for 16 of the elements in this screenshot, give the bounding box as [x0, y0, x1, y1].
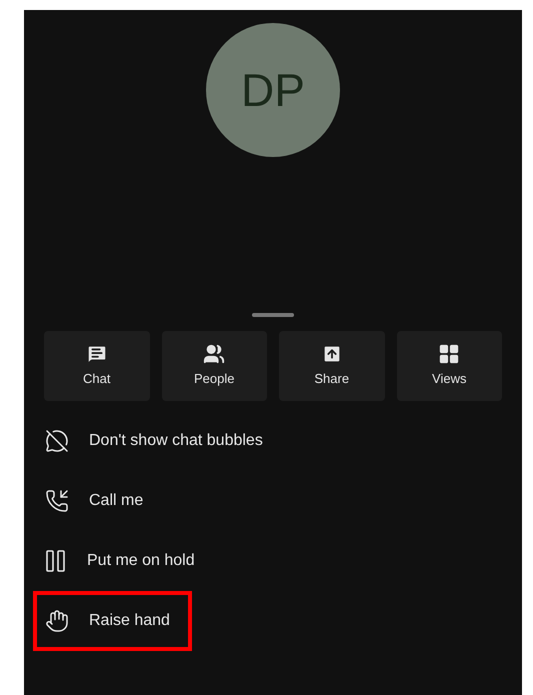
hand-icon: [45, 609, 69, 633]
people-icon: [203, 343, 226, 366]
action-button[interactable]: Share: [279, 331, 384, 401]
drag-handle[interactable]: [252, 313, 294, 317]
avatar: DP: [206, 23, 340, 157]
grid-icon: [438, 343, 460, 366]
menu-item[interactable]: Put me on hold: [33, 531, 217, 591]
action-button[interactable]: Views: [396, 331, 502, 401]
chat-off-icon: [45, 429, 69, 453]
menu-item[interactable]: Don't show chat bubbles: [33, 411, 285, 471]
menu-item[interactable]: Call me: [33, 471, 166, 531]
action-button[interactable]: Chat: [44, 331, 150, 401]
action-button[interactable]: People: [162, 331, 267, 401]
menu-item[interactable]: Raise hand: [33, 591, 192, 651]
pause-icon: [45, 549, 67, 573]
incoming-call-icon: [45, 489, 69, 513]
